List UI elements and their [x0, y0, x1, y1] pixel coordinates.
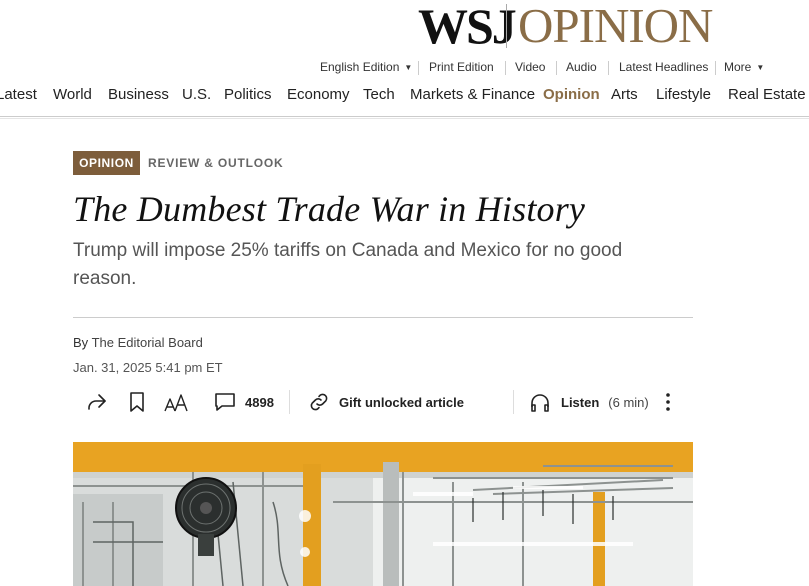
share-icon: [88, 394, 106, 410]
wsj-logo[interactable]: WSJ: [418, 1, 517, 51]
more-options-button[interactable]: [660, 384, 676, 420]
comment-icon: [215, 393, 235, 411]
article-dek: Trump will impose 25% tariffs on Canada …: [73, 240, 623, 289]
nav-item-arts[interactable]: Arts: [611, 86, 638, 103]
utility-divider: [556, 61, 557, 75]
nav-item-politics[interactable]: Politics: [224, 86, 272, 103]
link-icon: [310, 393, 328, 411]
opinion-badge[interactable]: OPINION: [73, 151, 140, 175]
edition-label: English Edition: [320, 60, 400, 74]
gift-article-label: Gift unlocked article: [339, 394, 464, 410]
byline: By The Editorial Board: [73, 335, 203, 350]
nav-item-real-estate[interactable]: Real Estate: [728, 86, 806, 103]
nav-item-opinion[interactable]: Opinion: [543, 86, 600, 103]
opinion-section-logo[interactable]: OPINION: [518, 1, 713, 50]
nav-item-economy[interactable]: Economy: [287, 86, 350, 103]
nav-divider: [0, 118, 809, 119]
listen-button[interactable]: Listen (6 min): [529, 384, 649, 420]
video-link[interactable]: Video: [515, 60, 545, 74]
listen-label: Listen: [561, 394, 600, 410]
nav-item-tech[interactable]: Tech: [363, 86, 395, 103]
comment-count: 4898: [245, 394, 274, 410]
more-vertical-icon: [666, 393, 670, 411]
nav-item-business[interactable]: Business: [108, 86, 169, 103]
nav-item-us[interactable]: U.S.: [182, 86, 211, 103]
factory-photo: [73, 442, 693, 586]
nav-item-world[interactable]: World: [53, 86, 92, 103]
text-size-button[interactable]: [163, 384, 189, 420]
header-divider: [73, 317, 693, 318]
chevron-down-icon: ▼: [756, 63, 765, 72]
audio-link[interactable]: Audio: [566, 60, 597, 74]
edition-selector[interactable]: English Edition ▼: [320, 60, 412, 74]
tools-divider: [289, 390, 290, 414]
masthead: WSJ OPINION: [0, 0, 809, 56]
byline-prefix: By: [73, 335, 89, 350]
nav-item-latest[interactable]: Latest: [0, 86, 37, 103]
nav-item-markets-finance[interactable]: Markets & Finance: [410, 86, 535, 103]
nav-divider: [0, 116, 809, 117]
tools-divider: [513, 390, 514, 414]
utility-divider: [715, 61, 716, 75]
listen-duration: (6 min): [608, 394, 649, 410]
article-headline: The Dumbest Trade War in History: [73, 189, 586, 229]
save-article-button[interactable]: [128, 384, 146, 420]
utility-divider: [418, 61, 419, 75]
latest-headlines-link[interactable]: Latest Headlines: [619, 60, 708, 74]
nav-item-lifestyle[interactable]: Lifestyle: [656, 86, 711, 103]
hero-image[interactable]: [73, 442, 693, 586]
main-nav: Latest World Business U.S. Politics Econ…: [0, 86, 809, 108]
text-size-icon: [164, 394, 188, 412]
utility-bar: English Edition ▼ Print Edition Video Aud…: [0, 60, 809, 76]
article-tools: 4898 Gift unlocked article Listen (6 min…: [73, 384, 693, 420]
utility-divider: [505, 61, 506, 75]
chevron-down-icon: ▼: [404, 63, 413, 72]
more-menu[interactable]: More ▼: [724, 60, 764, 74]
article-timestamp: Jan. 31, 2025 5:41 pm ET: [73, 360, 223, 375]
print-edition-link[interactable]: Print Edition: [429, 60, 494, 74]
comments-button[interactable]: 4898: [213, 384, 274, 420]
more-label: More: [724, 60, 752, 74]
share-button[interactable]: [85, 384, 109, 420]
review-outlook-link[interactable]: REVIEW & OUTLOOK: [148, 156, 283, 170]
gift-article-button[interactable]: Gift unlocked article: [307, 384, 464, 420]
author-link[interactable]: The Editorial Board: [92, 335, 203, 350]
masthead-divider: [506, 4, 507, 48]
bookmark-icon: [130, 392, 144, 412]
headphones-icon: [531, 394, 549, 412]
utility-divider: [608, 61, 609, 75]
